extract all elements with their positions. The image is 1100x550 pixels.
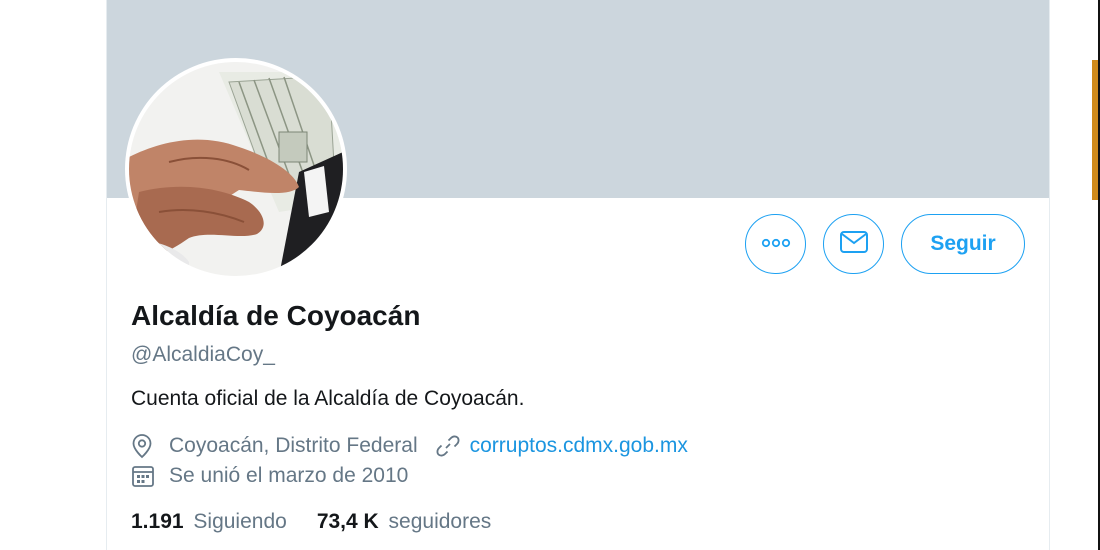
profile-meta-location-website: Coyoacán, Distrito Federal corruptos.cdm… [131, 433, 688, 459]
following-stat[interactable]: 1.191 Siguiendo [131, 510, 287, 534]
location-pin-icon [131, 433, 159, 459]
follow-button[interactable]: Seguir [901, 214, 1025, 274]
envelope-icon [839, 230, 869, 259]
message-button[interactable] [823, 214, 884, 274]
more-options-icon [761, 235, 791, 253]
profile-card: Seguir Alcaldía de Coyoacán @AlcaldiaCoy… [106, 0, 1050, 550]
follow-button-label: Seguir [930, 232, 996, 255]
avatar[interactable] [125, 58, 347, 280]
profile-website-link[interactable]: corruptos.cdmx.gob.mx [470, 434, 688, 458]
profile-meta-joined: Se unió el marzo de 2010 [131, 463, 408, 489]
profile-location: Coyoacán, Distrito Federal [169, 434, 418, 457]
more-options-button[interactable] [745, 214, 806, 274]
following-label: Siguiendo [193, 510, 287, 533]
link-icon [436, 433, 462, 459]
avatar-image [129, 62, 343, 276]
followers-count: 73,4 K [316, 510, 379, 533]
profile-handle: @AlcaldiaCoy_ [131, 343, 275, 366]
followers-stat[interactable]: 73,4 K seguidores [317, 510, 491, 534]
profile-joined-date: Se unió el marzo de 2010 [169, 464, 409, 487]
profile-name: Alcaldía de Coyoacán [131, 300, 421, 331]
profile-stats: 1.191 Siguiendo 73,4 K seguidores [131, 510, 521, 534]
followers-label: seguidores [388, 510, 492, 533]
calendar-icon [131, 463, 159, 489]
following-count: 1.191 [131, 510, 184, 533]
profile-bio: Cuenta oficial de la Alcaldía de Coyoacá… [131, 387, 525, 410]
